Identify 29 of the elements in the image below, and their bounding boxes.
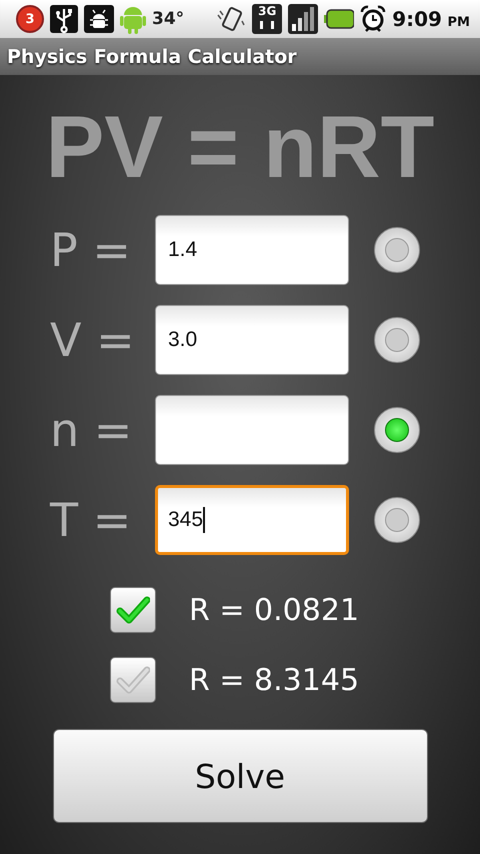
radio-button[interactable] bbox=[374, 497, 420, 543]
input-field[interactable]: 345 bbox=[155, 485, 349, 555]
alarm-clock-icon bbox=[360, 5, 386, 33]
variable-label: P = bbox=[50, 223, 132, 277]
input-field[interactable]: 1.4 bbox=[155, 215, 349, 285]
input-field[interactable] bbox=[155, 395, 349, 465]
battery-icon bbox=[324, 9, 354, 29]
variable-label: T = bbox=[50, 493, 132, 547]
notification-badge: 3 bbox=[16, 5, 44, 33]
bug-icon bbox=[84, 5, 114, 33]
radio-button[interactable] bbox=[374, 227, 420, 273]
formula-title: PV = nRT bbox=[46, 97, 434, 197]
radio-button[interactable] bbox=[374, 407, 420, 453]
signal-icon bbox=[288, 4, 318, 34]
network-type-icon: 3G bbox=[252, 4, 282, 34]
variable-label: V = bbox=[50, 313, 136, 367]
constant-label: R = 0.0821 bbox=[189, 592, 360, 628]
input-field[interactable]: 3.0 bbox=[155, 305, 349, 375]
vibrate-icon bbox=[216, 5, 246, 33]
solve-button[interactable]: Solve bbox=[52, 729, 428, 823]
radio-button[interactable] bbox=[374, 317, 420, 363]
usb-icon bbox=[50, 5, 78, 33]
checkbox[interactable] bbox=[110, 587, 156, 633]
checkbox[interactable] bbox=[110, 657, 156, 703]
constant-label: R = 8.3145 bbox=[189, 662, 360, 698]
temperature-text: 34° bbox=[152, 9, 184, 29]
app-title: Physics Formula Calculator bbox=[7, 46, 297, 68]
variable-label: n = bbox=[50, 403, 134, 457]
clock-text: 9:09 PM bbox=[392, 7, 470, 31]
